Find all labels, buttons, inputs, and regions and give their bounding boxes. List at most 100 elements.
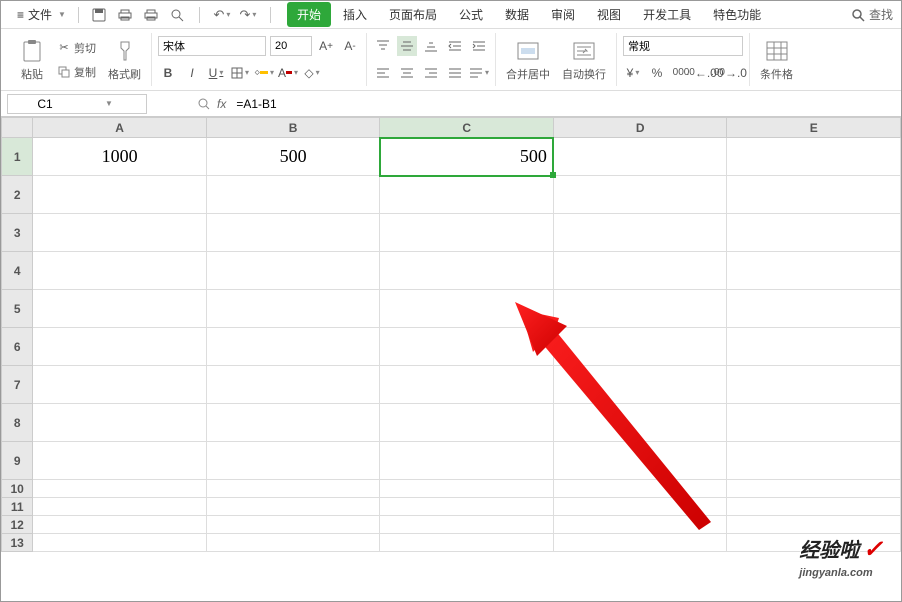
cell-B9[interactable] <box>206 442 380 480</box>
copy-button[interactable]: 复制 <box>53 62 100 82</box>
cell-B3[interactable] <box>206 214 380 252</box>
conditional-format-button[interactable]: 条件格 <box>756 38 797 82</box>
cell-B1[interactable]: 500 <box>206 138 380 176</box>
currency-button[interactable]: ¥▾ <box>623 63 643 83</box>
undo-icon[interactable]: ↶▾ <box>214 7 230 23</box>
decrease-font-button[interactable]: A- <box>340 36 360 56</box>
cell-B4[interactable] <box>206 252 380 290</box>
row-header-1[interactable]: 1 <box>2 138 33 176</box>
row-header-13[interactable]: 13 <box>2 534 33 552</box>
row-header-9[interactable]: 9 <box>2 442 33 480</box>
cell-A7[interactable] <box>33 366 207 404</box>
cell-C6[interactable] <box>380 328 554 366</box>
spreadsheet-grid[interactable]: ABCDE110005005002345678910111213 <box>1 117 901 552</box>
cell-D12[interactable] <box>553 516 727 534</box>
cell-A1[interactable]: 1000 <box>33 138 207 176</box>
cell-E9[interactable] <box>727 442 901 480</box>
cell-E12[interactable] <box>727 516 901 534</box>
cut-button[interactable]: ✂ 剪切 <box>53 38 100 58</box>
preview-icon[interactable] <box>169 7 185 23</box>
tab-4[interactable]: 数据 <box>495 2 539 27</box>
italic-button[interactable]: I <box>182 63 202 83</box>
cell-C1[interactable]: 500 <box>380 138 554 176</box>
cell-B5[interactable] <box>206 290 380 328</box>
tab-5[interactable]: 审阅 <box>541 2 585 27</box>
cell-D13[interactable] <box>553 534 727 552</box>
cell-A4[interactable] <box>33 252 207 290</box>
paste-button[interactable]: 粘贴 <box>15 38 49 82</box>
increase-font-button[interactable]: A+ <box>316 36 336 56</box>
cell-D1[interactable] <box>553 138 727 176</box>
col-header-A[interactable]: A <box>33 118 207 138</box>
cell-E8[interactable] <box>727 404 901 442</box>
cell-E11[interactable] <box>727 498 901 516</box>
col-header-E[interactable]: E <box>727 118 901 138</box>
cell-B2[interactable] <box>206 176 380 214</box>
cell-E6[interactable] <box>727 328 901 366</box>
fx-icon[interactable]: fx <box>217 97 226 111</box>
row-header-3[interactable]: 3 <box>2 214 33 252</box>
wrap-button[interactable]: 自动换行 <box>558 38 610 82</box>
row-header-12[interactable]: 12 <box>2 516 33 534</box>
col-header-D[interactable]: D <box>553 118 727 138</box>
cell-E4[interactable] <box>727 252 901 290</box>
border-button[interactable]: ▾ <box>230 63 250 83</box>
cell-C3[interactable] <box>380 214 554 252</box>
tab-1[interactable]: 插入 <box>333 2 377 27</box>
cell-D7[interactable] <box>553 366 727 404</box>
row-header-5[interactable]: 5 <box>2 290 33 328</box>
cell-D4[interactable] <box>553 252 727 290</box>
align-right-button[interactable] <box>421 63 441 83</box>
align-center-button[interactable] <box>397 63 417 83</box>
col-header-C[interactable]: C <box>380 118 554 138</box>
row-header-6[interactable]: 6 <box>2 328 33 366</box>
cell-A2[interactable] <box>33 176 207 214</box>
cell-C7[interactable] <box>380 366 554 404</box>
row-header-7[interactable]: 7 <box>2 366 33 404</box>
fill-color-button[interactable]: ▾ <box>254 63 274 83</box>
cell-E2[interactable] <box>727 176 901 214</box>
underline-button[interactable]: U▾ <box>206 63 226 83</box>
cell-C12[interactable] <box>380 516 554 534</box>
cell-B12[interactable] <box>206 516 380 534</box>
cell-C8[interactable] <box>380 404 554 442</box>
distribute-button[interactable]: ▾ <box>469 63 489 83</box>
cell-E7[interactable] <box>727 366 901 404</box>
percent-button[interactable]: % <box>647 63 667 83</box>
bold-button[interactable]: B <box>158 63 178 83</box>
redo-icon[interactable]: ↷▾ <box>240 7 256 23</box>
search-button[interactable]: 查找 <box>851 6 893 23</box>
cell-E3[interactable] <box>727 214 901 252</box>
cell-A10[interactable] <box>33 480 207 498</box>
cell-C13[interactable] <box>380 534 554 552</box>
formula-input[interactable] <box>230 97 895 111</box>
tab-2[interactable]: 页面布局 <box>379 2 447 27</box>
save-icon[interactable] <box>91 7 107 23</box>
name-box[interactable]: C1 ▼ <box>7 94 147 114</box>
cell-C5[interactable] <box>380 290 554 328</box>
cell-D2[interactable] <box>553 176 727 214</box>
tab-7[interactable]: 开发工具 <box>633 2 701 27</box>
align-top-button[interactable] <box>373 36 393 56</box>
merge-button[interactable]: 合并居中 <box>502 38 554 82</box>
select-all-corner[interactable] <box>2 118 33 138</box>
file-menu-button[interactable]: ≡ 文件 ▼ <box>9 4 74 25</box>
font-name-select[interactable] <box>158 36 266 56</box>
col-header-B[interactable]: B <box>206 118 380 138</box>
align-bottom-button[interactable] <box>421 36 441 56</box>
cell-B11[interactable] <box>206 498 380 516</box>
cell-D6[interactable] <box>553 328 727 366</box>
font-color-button[interactable]: A▾ <box>278 63 298 83</box>
cell-E1[interactable] <box>727 138 901 176</box>
row-header-4[interactable]: 4 <box>2 252 33 290</box>
number-format-select[interactable] <box>623 36 743 56</box>
font-size-select[interactable] <box>270 36 312 56</box>
cell-B7[interactable] <box>206 366 380 404</box>
cell-D8[interactable] <box>553 404 727 442</box>
justify-button[interactable] <box>445 63 465 83</box>
row-header-11[interactable]: 11 <box>2 498 33 516</box>
decrease-indent-button[interactable] <box>445 36 465 56</box>
cell-A5[interactable] <box>33 290 207 328</box>
expand-icon[interactable] <box>197 97 211 111</box>
cell-E10[interactable] <box>727 480 901 498</box>
